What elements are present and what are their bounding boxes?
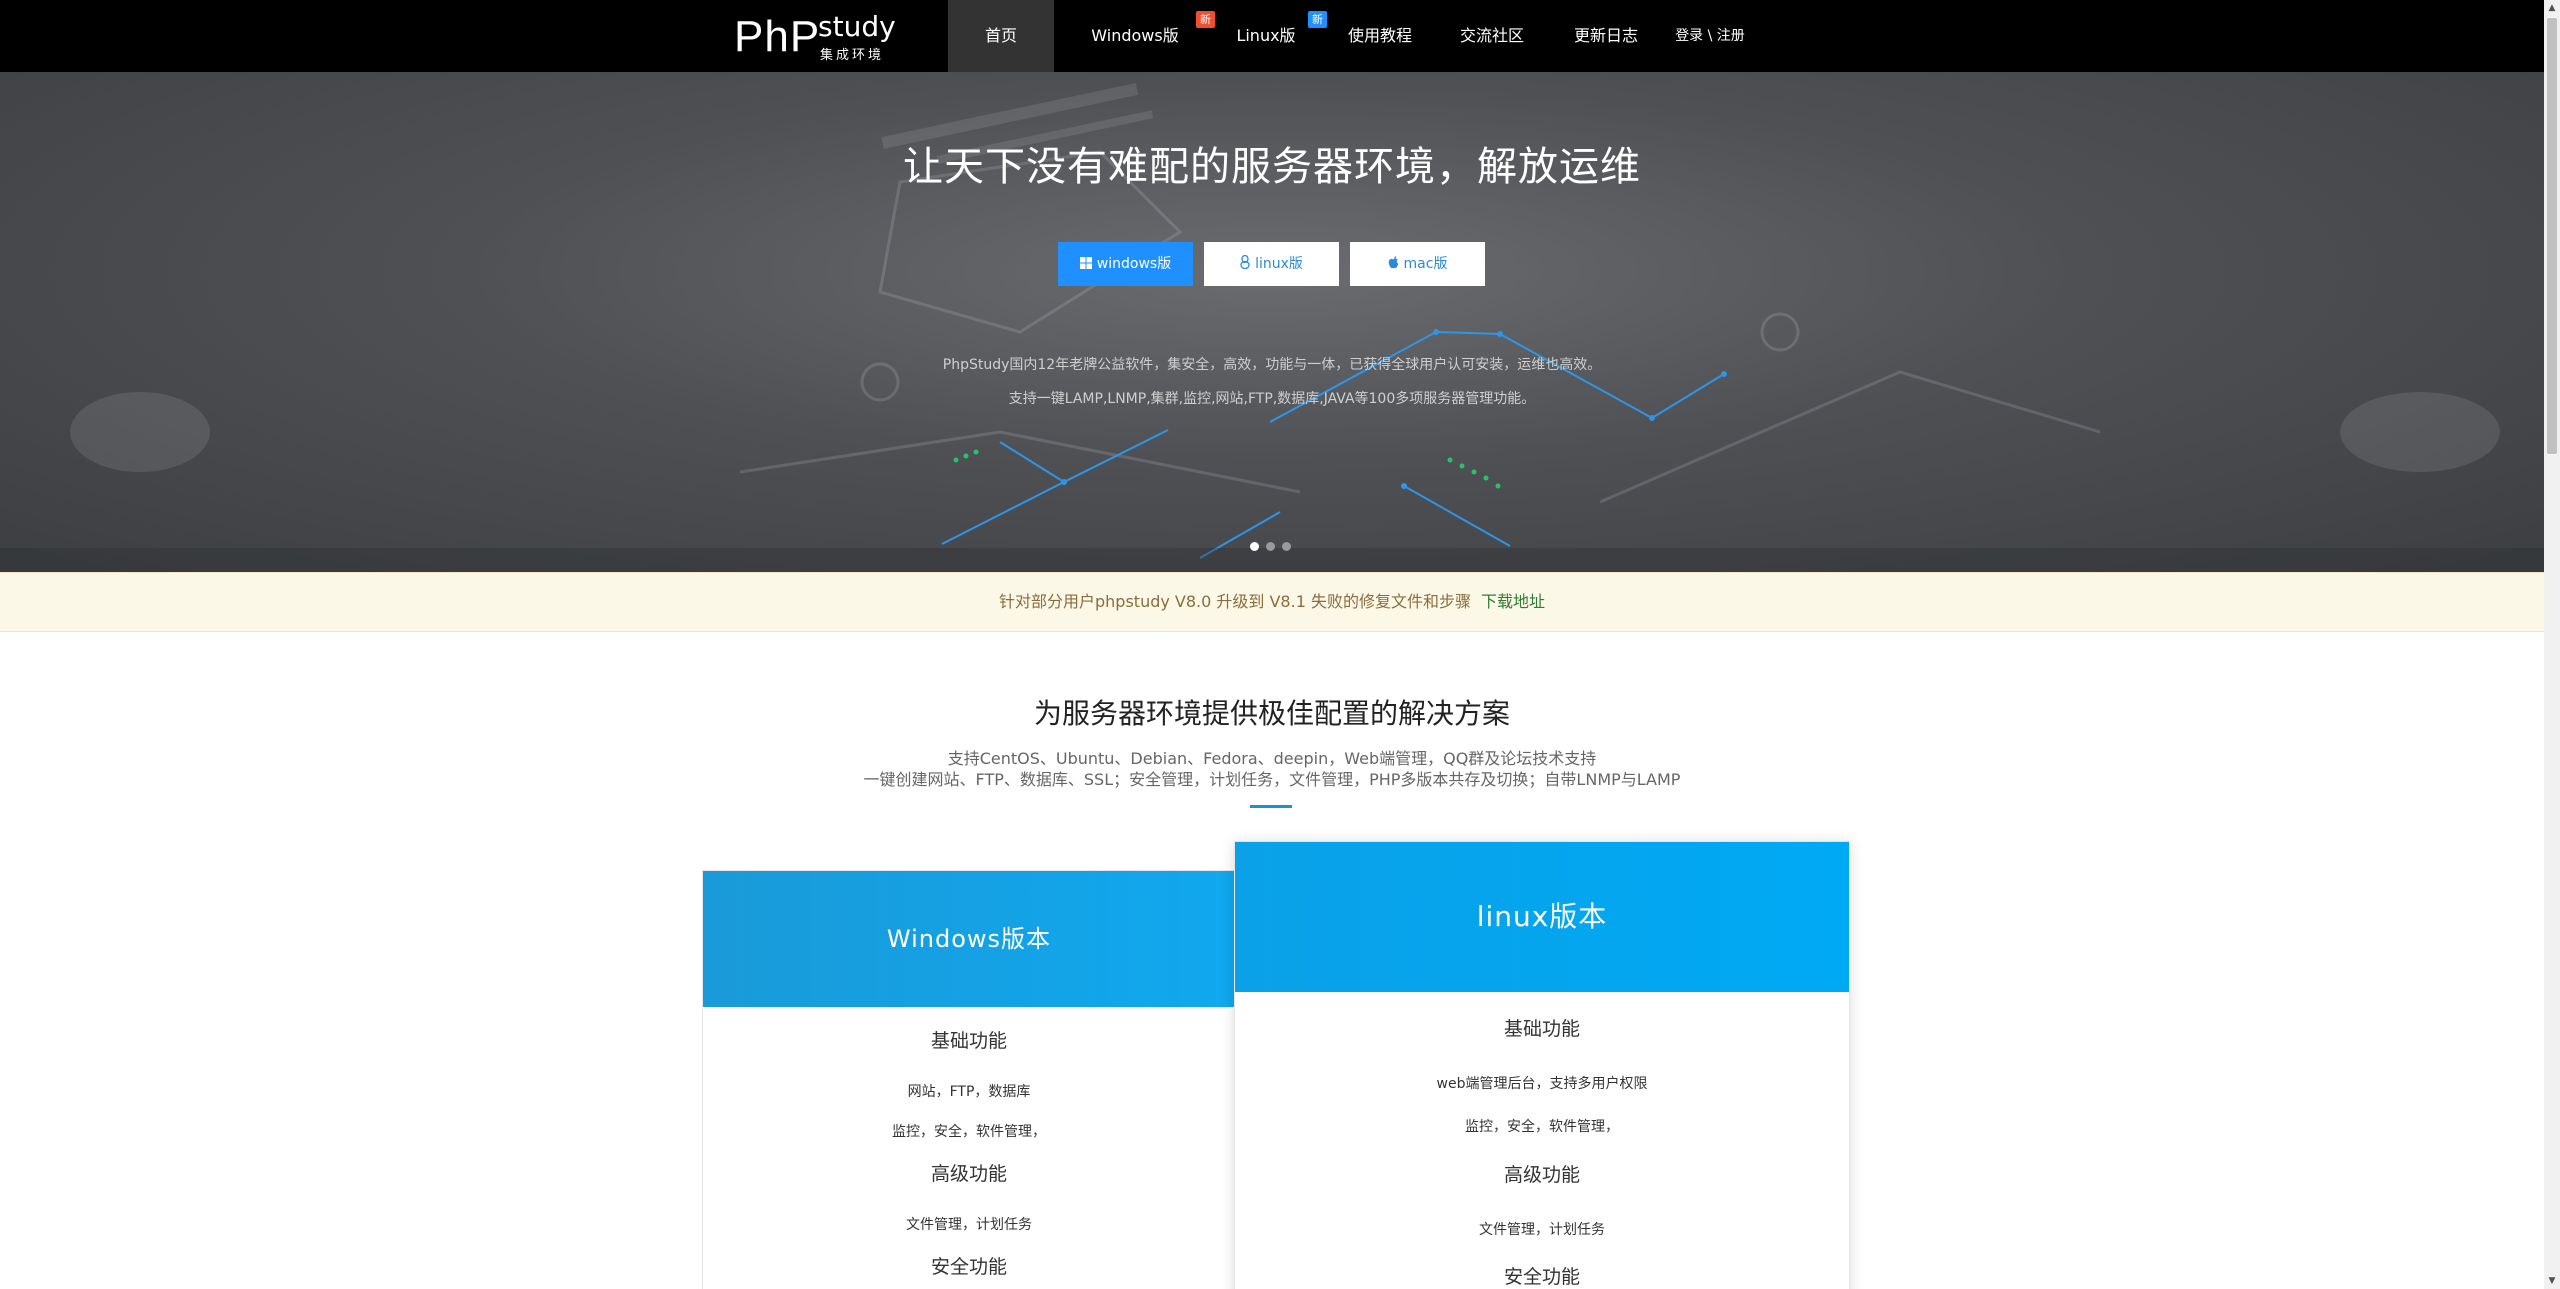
page-scrollbar[interactable]: ▲ ▼ <box>2544 0 2560 1289</box>
nav-linux-label: Linux版 <box>1236 26 1296 45</box>
nav-windows-new-badge: 新 <box>1196 11 1215 28</box>
logo-subtitle: 集成环境 <box>820 48 885 63</box>
linux-security-heading: 安全功能 <box>1503 1266 1580 1288</box>
carousel-dot-3[interactable] <box>1282 542 1291 551</box>
nav-linux-new-badge: 新 <box>1308 11 1327 28</box>
linux-advanced-heading: 高级功能 <box>1503 1164 1580 1186</box>
notice-text: 针对部分用户phpstudy V8.0 升级到 V8.1 失败的修复文件和步骤 <box>999 592 1471 611</box>
linux-basic-line-1: web端管理后台，支持多用户权限 <box>1436 1076 1648 1092</box>
download-linux-label: linux版 <box>1255 256 1303 272</box>
hero-description-1: PhpStudy国内12年老牌公益软件，集安全，高效，功能与一体，已获得全球用户… <box>942 357 1602 373</box>
linux-version-card[interactable]: linux版本 基础功能 web端管理后台，支持多用户权限 监控，安全，软件管理… <box>1234 841 1850 1289</box>
hero-description-2: 支持一键LAMP,LNMP,集群,监控,网站,FTP,数据库,JAVA等100多… <box>1008 391 1536 407</box>
nav-tutorial[interactable]: 使用教程 <box>1336 0 1424 72</box>
top-navbar: PhP study 集成环境 首页 Windows版 新 Linux版 新 使用… <box>0 0 2544 72</box>
page: PhP study 集成环境 首页 Windows版 新 Linux版 新 使用… <box>0 0 2560 1289</box>
windows-version-card[interactable]: Windows版本 基础功能 网站，FTP，数据库 监控，安全，软件管理， 高级… <box>702 870 1236 1289</box>
scrollbar-thumb[interactable] <box>2547 18 2557 454</box>
section-divider <box>1250 805 1292 808</box>
logo-php-text: PhP <box>734 12 821 61</box>
carousel-dot-1[interactable] <box>1250 542 1259 551</box>
windows-icon <box>1079 243 1092 287</box>
windows-basic-line-2: 监控，安全，软件管理， <box>892 1124 1046 1140</box>
download-windows-button[interactable]: windows版 <box>1058 242 1193 286</box>
notice-download-link[interactable]: 下载地址 <box>1481 592 1545 611</box>
nav-changelog-label: 更新日志 <box>1573 26 1638 45</box>
linux-card-title: linux版本 <box>1235 842 1849 992</box>
windows-advanced-heading: 高级功能 <box>930 1163 1007 1185</box>
download-mac-button[interactable]: mac版 <box>1350 242 1485 286</box>
logo-study-text: study <box>818 10 896 43</box>
linux-icon <box>1240 243 1250 287</box>
windows-security-heading: 安全功能 <box>930 1256 1007 1278</box>
linux-advanced-line: 文件管理，计划任务 <box>1479 1222 1605 1238</box>
carousel-dot-2[interactable] <box>1266 542 1275 551</box>
apple-icon <box>1388 243 1399 287</box>
nav-windows-label: Windows版 <box>1091 26 1179 45</box>
nav-linux[interactable]: Linux版 <box>1228 0 1304 72</box>
nav-home-label: 首页 <box>984 26 1017 45</box>
linux-basic-line-2: 监控，安全，软件管理， <box>1465 1119 1619 1135</box>
download-linux-button[interactable]: linux版 <box>1204 242 1339 286</box>
linux-basic-heading: 基础功能 <box>1503 1018 1580 1040</box>
windows-card-title: Windows版本 <box>703 871 1235 1007</box>
nav-windows[interactable]: Windows版 <box>1080 0 1190 72</box>
nav-tutorial-label: 使用教程 <box>1347 26 1412 45</box>
windows-advanced-line: 文件管理，计划任务 <box>906 1217 1032 1233</box>
windows-basic-line-1: 网站，FTP，数据库 <box>907 1084 1031 1100</box>
nav-login-register[interactable]: 登录 \ 注册 <box>1668 0 1752 72</box>
scroll-down-arrow-icon[interactable]: ▼ <box>2544 1273 2560 1289</box>
nav-home[interactable]: 首页 <box>948 0 1054 72</box>
download-mac-label: mac版 <box>1403 256 1448 272</box>
nav-community[interactable]: 交流社区 <box>1448 0 1536 72</box>
windows-basic-heading: 基础功能 <box>930 1030 1007 1052</box>
download-windows-label: windows版 <box>1096 256 1172 272</box>
scroll-up-arrow-icon[interactable]: ▲ <box>2544 0 2560 16</box>
section-title: 为服务器环境提供极佳配置的解决方案 <box>1033 697 1510 730</box>
hero-banner: 让天下没有难配的服务器环境，解放运维 windows版 linux版 mac版 … <box>0 72 2544 572</box>
section-subtitle-2: 一键创建网站、FTP、数据库、SSL；安全管理，计划任务，文件管理，PHP多版本… <box>863 770 1681 789</box>
nav-changelog[interactable]: 更新日志 <box>1562 0 1650 72</box>
nav-community-label: 交流社区 <box>1459 26 1524 45</box>
nav-login-label: 登录 \ 注册 <box>1675 28 1745 44</box>
notice-bar: 针对部分用户phpstudy V8.0 升级到 V8.1 失败的修复文件和步骤下… <box>0 572 2544 632</box>
hero-title: 让天下没有难配的服务器环境，解放运维 <box>903 144 1641 190</box>
